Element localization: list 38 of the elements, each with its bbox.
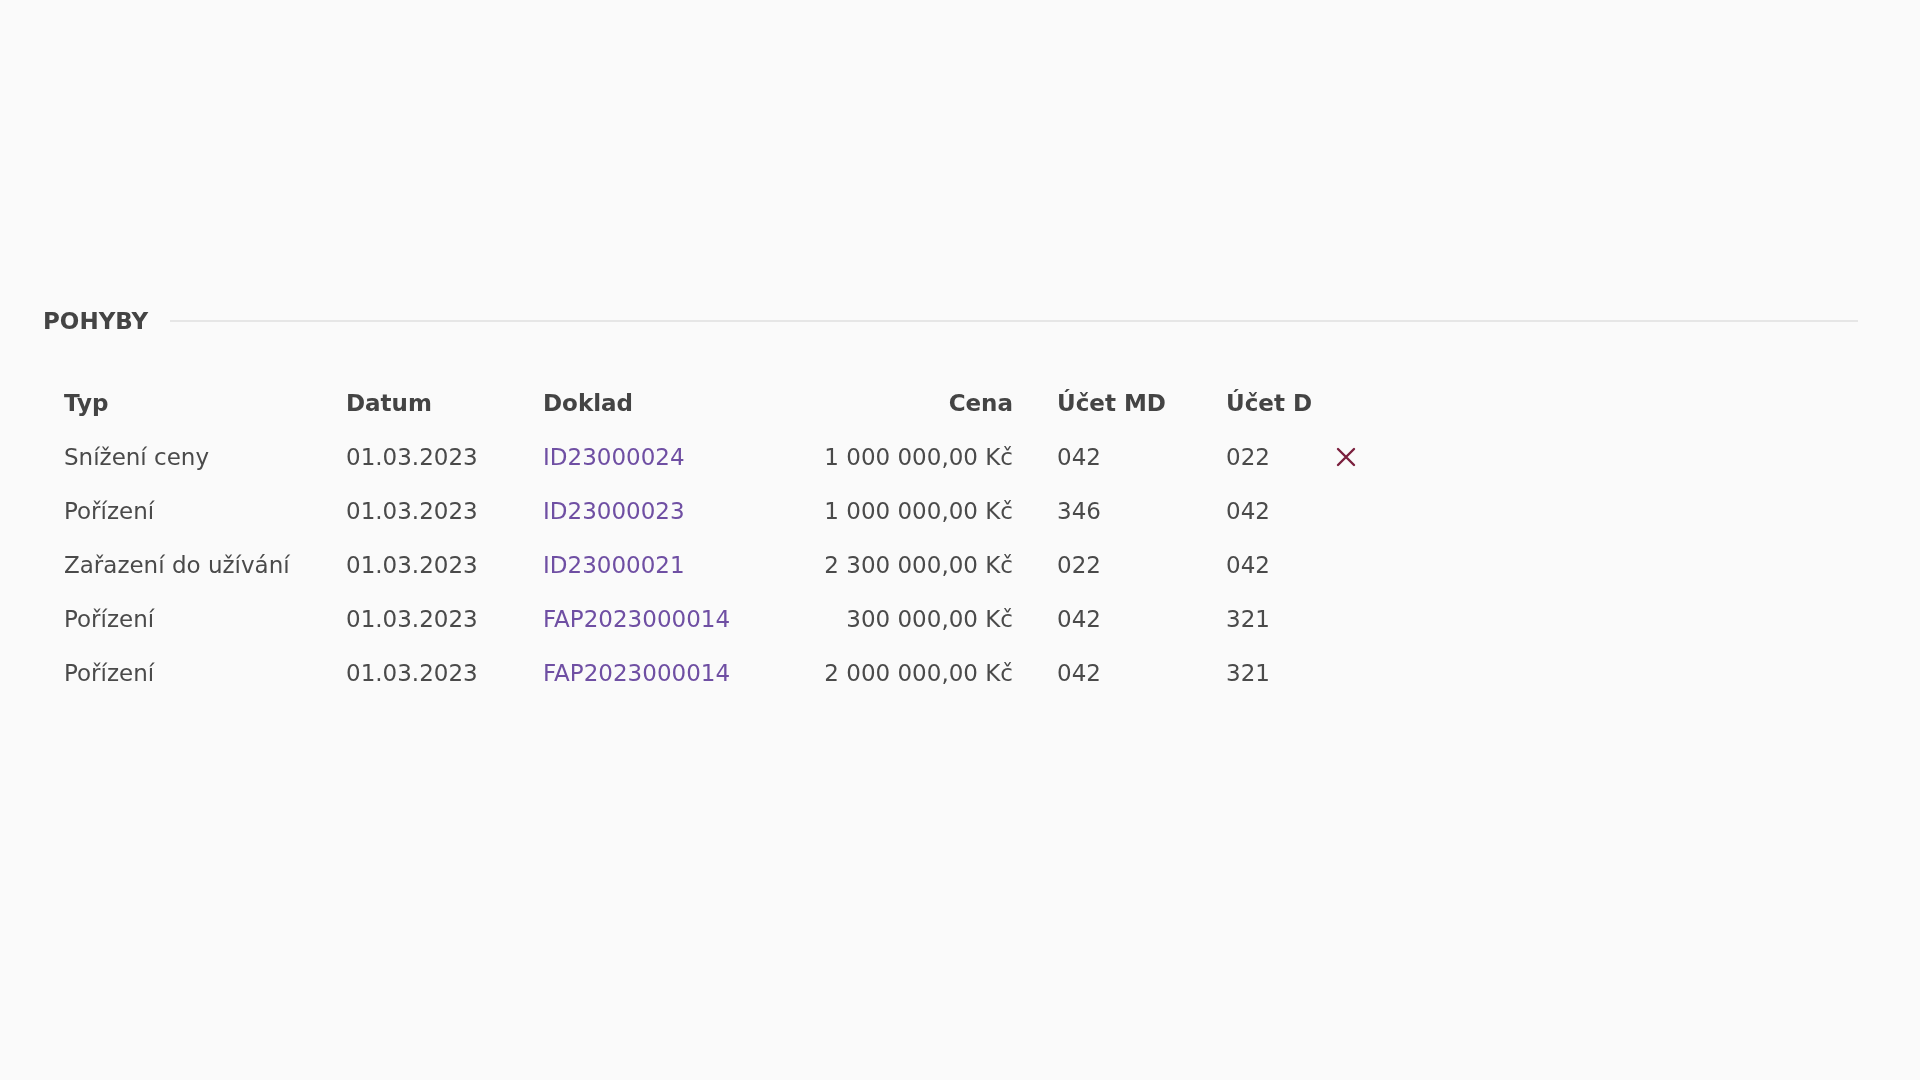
table-cell: Snížení ceny <box>64 444 210 470</box>
table-cell: 1 000 000,00 Kč <box>824 498 1013 524</box>
column-header: Účet MD <box>1057 390 1166 416</box>
table-cell: 346 <box>1057 498 1101 524</box>
table-cell: 01.03.2023 <box>346 606 478 632</box>
document-link[interactable]: ID23000021 <box>543 552 685 578</box>
table-cell: Pořízení <box>64 660 155 686</box>
table-cell: 321 <box>1226 660 1270 686</box>
document-link[interactable]: FAP2023000014 <box>543 660 731 686</box>
table-cell: 2 300 000,00 Kč <box>824 552 1013 578</box>
table-cell: 2 000 000,00 Kč <box>824 660 1013 686</box>
table-cell: 01.03.2023 <box>346 552 478 578</box>
table-cell: 01.03.2023 <box>346 444 478 470</box>
table-cell: 022 <box>1226 444 1270 470</box>
column-header: Účet D <box>1226 390 1312 416</box>
table-cell: 1 000 000,00 Kč <box>824 444 1013 470</box>
table-cell: 321 <box>1226 606 1270 632</box>
table-cell: 022 <box>1057 552 1101 578</box>
table-cell: Pořízení <box>64 498 155 524</box>
table-cell: 042 <box>1057 444 1101 470</box>
table-cell: 300 000,00 Kč <box>846 606 1013 632</box>
table-cell: 01.03.2023 <box>346 498 478 524</box>
document-link[interactable]: FAP2023000014 <box>543 606 731 632</box>
table-cell: 042 <box>1226 498 1270 524</box>
column-header: Cena <box>948 390 1013 416</box>
table-cell: Zařazení do užívání <box>64 552 290 578</box>
document-link[interactable]: ID23000024 <box>543 444 685 470</box>
table-cell: 042 <box>1057 660 1101 686</box>
column-header: Typ <box>64 390 109 416</box>
column-header: Doklad <box>543 390 634 416</box>
table-cell: 01.03.2023 <box>346 660 478 686</box>
table-cell: 042 <box>1057 606 1101 632</box>
table-cell: Pořízení <box>64 606 155 632</box>
table-cell: 042 <box>1226 552 1270 578</box>
column-header: Datum <box>346 390 432 416</box>
close-icon[interactable] <box>1336 447 1356 467</box>
section-title: POHYBY <box>43 308 149 334</box>
document-link[interactable]: ID23000023 <box>543 498 685 524</box>
